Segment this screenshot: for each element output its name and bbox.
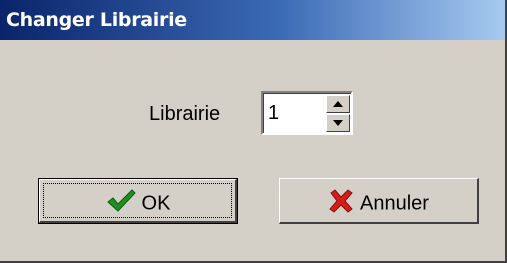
window-title: Changer Librairie (6, 9, 187, 31)
spinbox-frame: 1 (263, 93, 351, 133)
ok-button[interactable]: OK (38, 178, 238, 224)
arrow-down-icon (333, 120, 343, 126)
library-value-input[interactable]: 1 (268, 102, 279, 125)
ok-button-content: OK (39, 189, 237, 219)
library-label: Librairie (149, 103, 221, 125)
ok-button-label: OK (141, 192, 171, 215)
cancel-button-content: Annuler (280, 189, 477, 219)
arrow-up-icon (333, 101, 343, 107)
cancel-button[interactable]: Annuler (279, 178, 479, 224)
spin-up-button[interactable] (326, 95, 350, 113)
dialog-window: Changer Librairie Librairie 1 OK Annuler (0, 0, 507, 263)
cancel-button-label: Annuler (360, 192, 429, 215)
red-x-icon (328, 189, 354, 219)
spin-down-button[interactable] (326, 114, 350, 132)
library-spinbox[interactable]: 1 (261, 91, 353, 135)
checkmark-icon (106, 189, 136, 219)
title-bar[interactable]: Changer Librairie (0, 0, 505, 40)
